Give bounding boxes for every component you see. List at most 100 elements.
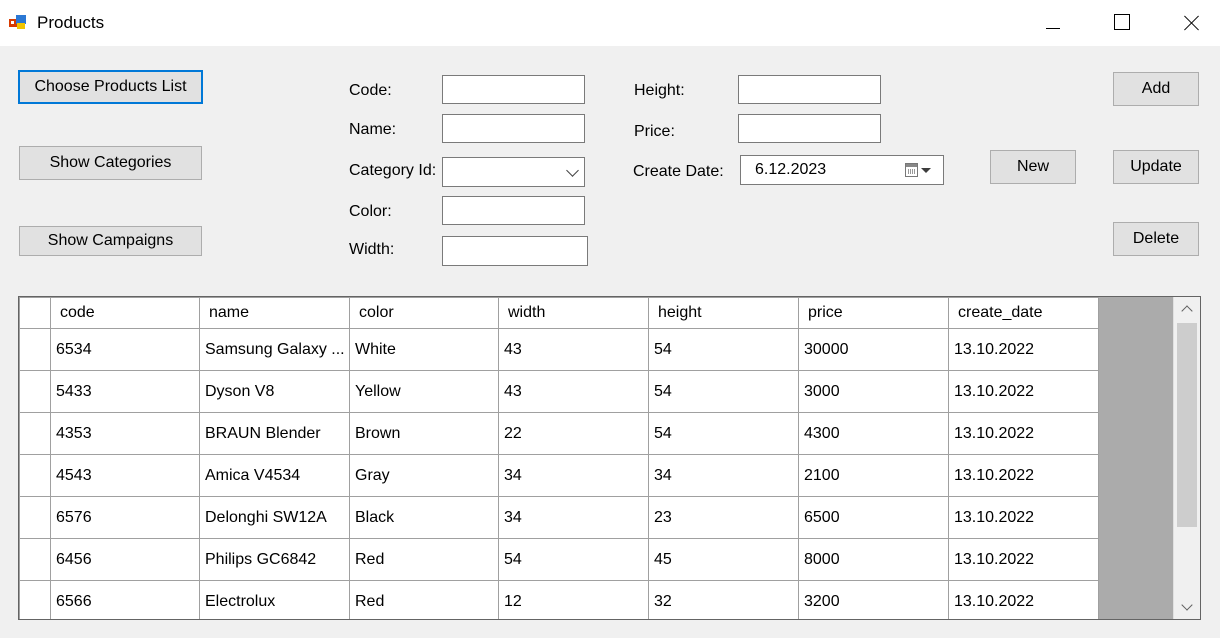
- cell-create-date[interactable]: 13.10.2022: [948, 328, 1099, 371]
- scrollbar-thumb[interactable]: [1177, 323, 1197, 527]
- price-input[interactable]: [738, 114, 881, 143]
- row-header[interactable]: [19, 328, 51, 371]
- cell-price[interactable]: 8000: [798, 538, 949, 581]
- cell-height[interactable]: 54: [648, 370, 799, 413]
- calendar-icon[interactable]: [905, 163, 918, 177]
- column-header-width[interactable]: width: [498, 297, 649, 329]
- table-row[interactable]: 6576 Delonghi SW12A Black 34 23 6500 13.10.202…: [19, 496, 1099, 539]
- cell-color[interactable]: Yellow: [349, 370, 499, 413]
- column-header-height[interactable]: height: [648, 297, 799, 329]
- column-header-name[interactable]: name: [199, 297, 350, 329]
- row-header[interactable]: [19, 580, 51, 619]
- height-input[interactable]: [738, 75, 881, 104]
- show-categories-button[interactable]: Show Categories: [19, 146, 202, 180]
- cell-code[interactable]: 5433: [50, 370, 200, 413]
- cell-width[interactable]: 54: [498, 538, 649, 581]
- cell-code[interactable]: 6534: [50, 328, 200, 371]
- cell-color[interactable]: Black: [349, 496, 499, 539]
- cell-code[interactable]: 6566: [50, 580, 200, 619]
- cell-name[interactable]: Philips GC6842: [199, 538, 350, 581]
- cell-width[interactable]: 43: [498, 328, 649, 371]
- cell-color[interactable]: Gray: [349, 454, 499, 497]
- row-header[interactable]: [19, 412, 51, 455]
- cell-color[interactable]: Red: [349, 538, 499, 581]
- scroll-down-icon[interactable]: [1174, 595, 1200, 619]
- name-input[interactable]: [442, 114, 585, 143]
- cell-name[interactable]: BRAUN Blender: [199, 412, 350, 455]
- cell-create-date[interactable]: 13.10.2022: [948, 412, 1099, 455]
- cell-width[interactable]: 12: [498, 580, 649, 619]
- cell-create-date[interactable]: 13.10.2022: [948, 538, 1099, 581]
- table-row[interactable]: 6534 Samsung Galaxy ... White 43 54 30000 13.1…: [19, 328, 1099, 371]
- cell-color[interactable]: Brown: [349, 412, 499, 455]
- maximize-button[interactable]: [1098, 0, 1144, 46]
- products-grid[interactable]: code name color width height price creat…: [18, 296, 1201, 620]
- cell-height[interactable]: 23: [648, 496, 799, 539]
- cell-name[interactable]: Amica V4534: [199, 454, 350, 497]
- column-header-create-date[interactable]: create_date: [948, 297, 1099, 329]
- cell-price[interactable]: 30000: [798, 328, 949, 371]
- header-row: code name color width height price creat…: [19, 297, 1099, 329]
- table-row[interactable]: 5433 Dyson V8 Yellow 43 54 3000 13.10.2022: [19, 370, 1099, 413]
- vertical-scrollbar[interactable]: [1173, 297, 1200, 619]
- show-campaigns-button[interactable]: Show Campaigns: [19, 226, 202, 256]
- create-date-picker[interactable]: 6.12.2023: [740, 155, 944, 185]
- add-button[interactable]: Add: [1113, 72, 1199, 106]
- cell-height[interactable]: 34: [648, 454, 799, 497]
- cell-width[interactable]: 34: [498, 496, 649, 539]
- category-id-dropdown[interactable]: [442, 157, 585, 187]
- row-header[interactable]: [19, 538, 51, 581]
- row-header[interactable]: [19, 370, 51, 413]
- category-id-label: Category Id:: [349, 162, 437, 179]
- cell-width[interactable]: 22: [498, 412, 649, 455]
- cell-height[interactable]: 45: [648, 538, 799, 581]
- choose-products-list-button[interactable]: Choose Products List: [18, 70, 203, 104]
- column-header-code[interactable]: code: [50, 297, 200, 329]
- table-row[interactable]: 4543 Amica V4534 Gray 34 34 2100 13.10.2022: [19, 454, 1099, 497]
- cell-code[interactable]: 4353: [50, 412, 200, 455]
- width-input[interactable]: [442, 236, 588, 266]
- dropdown-arrow-icon[interactable]: [921, 168, 931, 173]
- row-header[interactable]: [19, 454, 51, 497]
- close-button[interactable]: [1168, 0, 1214, 46]
- cell-price[interactable]: 3200: [798, 580, 949, 619]
- cell-code[interactable]: 6456: [50, 538, 200, 581]
- cell-name[interactable]: Delonghi SW12A: [199, 496, 350, 539]
- column-header-color[interactable]: color: [349, 297, 499, 329]
- cell-height[interactable]: 54: [648, 412, 799, 455]
- window-title: Products: [37, 13, 105, 32]
- cell-color[interactable]: White: [349, 328, 499, 371]
- cell-create-date[interactable]: 13.10.2022: [948, 454, 1099, 497]
- cell-code[interactable]: 6576: [50, 496, 200, 539]
- cell-create-date[interactable]: 13.10.2022: [948, 370, 1099, 413]
- update-button[interactable]: Update: [1113, 150, 1199, 184]
- cell-price[interactable]: 3000: [798, 370, 949, 413]
- cell-name[interactable]: Samsung Galaxy ...: [199, 328, 350, 371]
- row-header-corner[interactable]: [19, 297, 51, 329]
- minimize-button[interactable]: [1030, 0, 1076, 46]
- cell-code[interactable]: 4543: [50, 454, 200, 497]
- app-icon: [9, 15, 26, 29]
- code-input[interactable]: [442, 75, 585, 104]
- row-header[interactable]: [19, 496, 51, 539]
- cell-price[interactable]: 4300: [798, 412, 949, 455]
- cell-price[interactable]: 6500: [798, 496, 949, 539]
- cell-color[interactable]: Red: [349, 580, 499, 619]
- table-row[interactable]: 6566 Electrolux Red 12 32 3200 13.10.2022: [19, 580, 1099, 619]
- scroll-up-icon[interactable]: [1174, 297, 1200, 321]
- delete-button[interactable]: Delete: [1113, 222, 1199, 256]
- cell-height[interactable]: 32: [648, 580, 799, 619]
- cell-name[interactable]: Electrolux: [199, 580, 350, 619]
- cell-name[interactable]: Dyson V8: [199, 370, 350, 413]
- cell-create-date[interactable]: 13.10.2022: [948, 580, 1099, 619]
- table-row[interactable]: 6456 Philips GC6842 Red 54 45 8000 13.10.2022: [19, 538, 1099, 581]
- cell-height[interactable]: 54: [648, 328, 799, 371]
- cell-width[interactable]: 34: [498, 454, 649, 497]
- color-input[interactable]: [442, 196, 585, 225]
- table-row[interactable]: 4353 BRAUN Blender Brown 22 54 4300 13.10.2022: [19, 412, 1099, 455]
- cell-create-date[interactable]: 13.10.2022: [948, 496, 1099, 539]
- new-button[interactable]: New: [990, 150, 1076, 184]
- column-header-price[interactable]: price: [798, 297, 949, 329]
- cell-price[interactable]: 2100: [798, 454, 949, 497]
- cell-width[interactable]: 43: [498, 370, 649, 413]
